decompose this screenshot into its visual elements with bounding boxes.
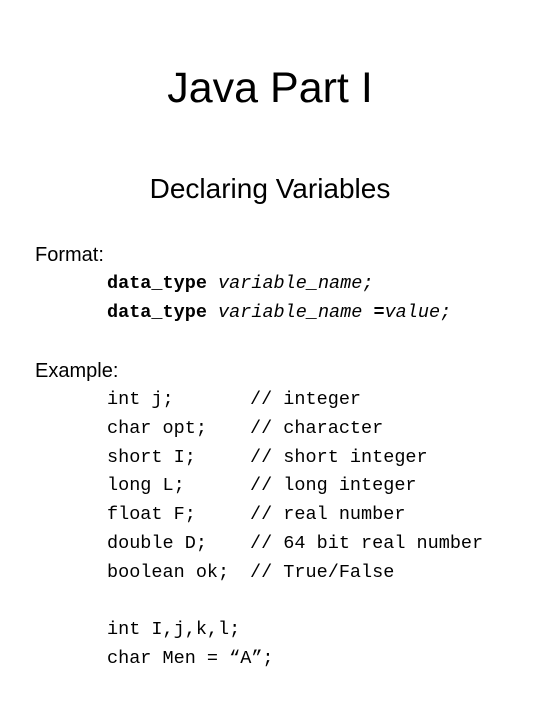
example-char-assignment: char Men = “A”; (107, 648, 274, 669)
example-code: float F; (107, 504, 196, 525)
example-comment: // long integer (250, 475, 417, 496)
example-label: Example: (35, 360, 119, 382)
example-row: double D; // 64 bit real number (107, 532, 527, 556)
example-comment: // integer (250, 389, 362, 410)
example-row: char opt; // character (107, 417, 527, 441)
format-assign: = (362, 302, 385, 323)
example-code: char opt; (107, 418, 207, 439)
format-variable-name: variable_name (218, 273, 363, 294)
example-code: double D; (107, 533, 207, 554)
example-row: long L; // long integer (107, 474, 527, 498)
example-row: int j; // integer (107, 388, 527, 412)
example-comment: // True/False (250, 562, 395, 583)
format-line-1: data_type variable_name; (107, 272, 373, 296)
example-comment: // 64 bit real number (250, 533, 484, 554)
format-suffix: ; (440, 302, 452, 323)
example-row: float F; // real number (107, 503, 527, 527)
format-line-2: data_type variable_name =value; (107, 301, 451, 325)
example-comment: // short integer (250, 447, 428, 468)
example-multi-declaration: int I,j,k,l; (107, 619, 241, 640)
example-code: int j; (107, 389, 174, 410)
example-code: short I; (107, 447, 196, 468)
example-code: long L; (107, 475, 185, 496)
format-data-type: data_type (107, 273, 207, 294)
example-comment: // character (250, 418, 384, 439)
example-code: boolean ok; (107, 562, 230, 583)
example-comment: // real number (250, 504, 406, 525)
format-variable-name: variable_name (218, 302, 363, 323)
slide-subtitle: Declaring Variables (149, 173, 391, 204)
slide-title: Java Part I (167, 64, 373, 112)
format-data-type: data_type (107, 302, 207, 323)
format-label: Format: (35, 244, 104, 266)
format-suffix: ; (362, 273, 374, 294)
example-row: short I; // short integer (107, 446, 527, 470)
format-value: value (384, 302, 441, 323)
example-row: boolean ok; // True/False (107, 561, 527, 585)
